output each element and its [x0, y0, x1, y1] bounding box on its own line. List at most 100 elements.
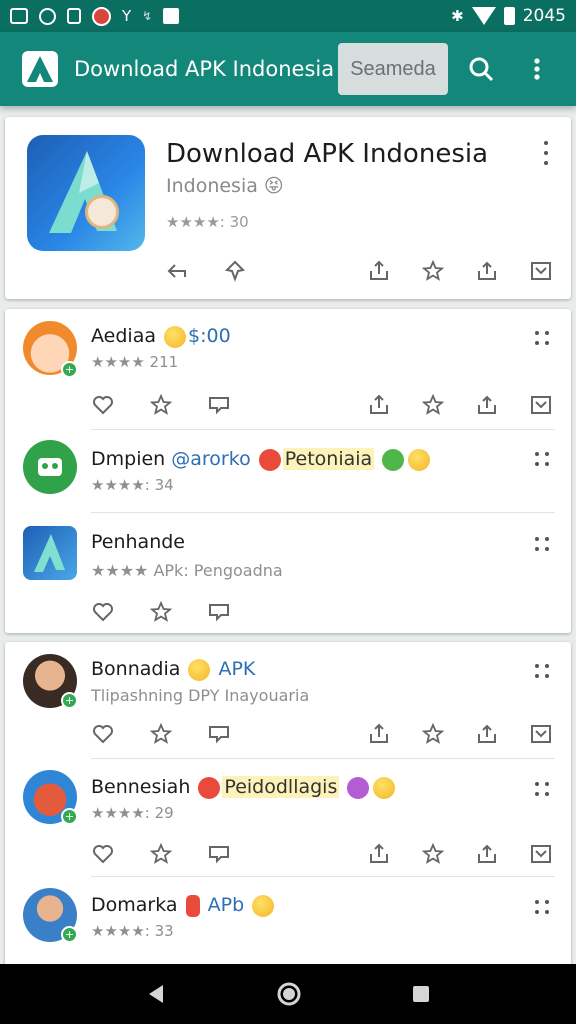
- search-icon[interactable]: [458, 46, 504, 92]
- list-item[interactable]: Penhande ★★★★ APk: Pengoadna: [5, 513, 571, 633]
- emoji-icon: [164, 325, 187, 348]
- list-item[interactable]: + Domarka APb ★★★★: 33: [5, 878, 571, 968]
- share-icon[interactable]: [367, 259, 391, 283]
- item-rating: ★★★★: 29: [91, 804, 174, 822]
- square-icon: [67, 8, 81, 24]
- more-options-icon[interactable]: [535, 537, 549, 551]
- upload-icon[interactable]: [475, 842, 499, 866]
- search-button[interactable]: Seameda: [338, 43, 448, 95]
- download-box-icon[interactable]: [529, 259, 553, 283]
- app-badge-icon: [85, 195, 119, 229]
- battery-icon: [503, 7, 515, 25]
- comment-icon[interactable]: [207, 393, 231, 417]
- share-icon[interactable]: [367, 842, 391, 866]
- item-title: Domarka APb: [91, 894, 276, 917]
- list-item[interactable]: + Bonnadia APK Tlipashning DPY Inayouari…: [5, 642, 571, 760]
- more-options-icon[interactable]: [535, 331, 549, 345]
- home-nav-icon[interactable]: [276, 981, 302, 1007]
- emoji-icon: [188, 658, 211, 681]
- avatar: [23, 526, 77, 580]
- item-title: Aediaa $:00: [91, 325, 231, 348]
- add-badge-icon: +: [61, 808, 78, 825]
- divider: [91, 758, 555, 759]
- comment-icon[interactable]: [207, 842, 231, 866]
- heart-icon[interactable]: [91, 600, 115, 624]
- more-options-icon[interactable]: [535, 900, 549, 914]
- status-bar: Y ↯ ✱ 2045: [0, 0, 576, 32]
- more-options-icon[interactable]: [535, 664, 549, 678]
- featured-app-card[interactable]: Download APK Indonesia Indonesia 😝 ★★★★:…: [5, 117, 571, 299]
- add-badge-icon: +: [61, 692, 78, 709]
- star-icon[interactable]: [149, 722, 173, 746]
- heart-icon[interactable]: [91, 722, 115, 746]
- item-title: Penhande: [91, 531, 185, 553]
- heart-icon[interactable]: [91, 842, 115, 866]
- bluetooth-icon: ✱: [451, 7, 464, 25]
- more-options-icon[interactable]: [539, 141, 553, 165]
- emoji-icon: [185, 894, 200, 917]
- emoji-icon: [252, 894, 275, 917]
- landscape-icon: [10, 8, 28, 24]
- emoji-icon: [258, 448, 281, 471]
- item-rating: ★★★★: 33: [91, 922, 174, 940]
- emoji-icon: [198, 776, 221, 799]
- clock: 2045: [522, 6, 566, 26]
- app-icon: [27, 135, 145, 251]
- comment-icon[interactable]: [207, 600, 231, 624]
- share-icon[interactable]: [367, 722, 391, 746]
- app-logo-icon: [22, 51, 58, 87]
- star-icon[interactable]: [149, 393, 173, 417]
- star-icon[interactable]: [421, 259, 445, 283]
- item-title: Dmpien @arorko Petoniaia: [91, 448, 432, 471]
- item-rating: ★★★★ APk: Pengoadna: [91, 561, 283, 580]
- upload-icon[interactable]: [475, 722, 499, 746]
- avatar: [23, 440, 77, 494]
- item-title: Bonnadia APK: [91, 658, 256, 681]
- heart-icon[interactable]: [91, 393, 115, 417]
- recents-nav-icon[interactable]: [411, 984, 431, 1004]
- upload-icon[interactable]: [475, 259, 499, 283]
- pin-icon[interactable]: [223, 259, 247, 283]
- item-rating: ★★★★ 211: [91, 353, 179, 371]
- wifi-icon: [471, 7, 496, 25]
- more-options-icon[interactable]: [535, 782, 549, 796]
- star-icon[interactable]: [149, 842, 173, 866]
- app-subtitle: Indonesia 😝: [166, 175, 284, 197]
- download-box-icon[interactable]: [529, 393, 553, 417]
- star-icon[interactable]: [421, 842, 445, 866]
- circle-icon: [39, 7, 56, 25]
- list-item[interactable]: + Aediaa $:00 ★★★★ 211: [5, 309, 571, 430]
- emoji-icon: [347, 776, 370, 799]
- star-icon[interactable]: [421, 393, 445, 417]
- star-icon[interactable]: [149, 600, 173, 624]
- app-rating: ★★★★: 30: [166, 213, 249, 231]
- share-icon[interactable]: [367, 393, 391, 417]
- add-badge-icon: +: [61, 361, 78, 378]
- app-name: Download APK Indonesia: [166, 139, 489, 169]
- app-list-card: + Aediaa $:00 ★★★★ 211 Dmpien @arorko Pe…: [5, 309, 571, 633]
- star-icon[interactable]: [421, 722, 445, 746]
- item-subtitle: Tlipashning DPY Inayouaria: [91, 686, 310, 705]
- download-box-icon[interactable]: [529, 842, 553, 866]
- notification-icon: [163, 8, 180, 24]
- emoji-icon: [408, 448, 431, 471]
- more-options-icon[interactable]: [535, 452, 549, 466]
- upload-icon[interactable]: [475, 393, 499, 417]
- add-badge-icon: +: [61, 926, 78, 943]
- back-nav-icon[interactable]: [145, 983, 167, 1005]
- overflow-menu-icon[interactable]: [514, 46, 560, 92]
- emoji-icon: [373, 776, 396, 799]
- list-item[interactable]: + Bennesiah Peidodllagis ★★★★: 29: [5, 760, 571, 878]
- app-list-card: + Bonnadia APK Tlipashning DPY Inayouari…: [5, 642, 571, 972]
- comment-icon[interactable]: [207, 722, 231, 746]
- app-title: Download APK Indonesia: [74, 57, 335, 81]
- system-nav-bar: [0, 964, 576, 1024]
- back-icon[interactable]: [165, 259, 189, 283]
- pokeball-icon: [92, 6, 111, 26]
- download-box-icon[interactable]: [529, 722, 553, 746]
- app-bar: Download APK Indonesia Seameda: [0, 32, 576, 106]
- item-title: Bennesiah Peidodllagis: [91, 776, 397, 799]
- list-item[interactable]: Dmpien @arorko Petoniaia ★★★★: 34: [5, 430, 571, 513]
- y-icon: Y: [122, 7, 132, 25]
- signal-icon: ↯: [142, 9, 153, 23]
